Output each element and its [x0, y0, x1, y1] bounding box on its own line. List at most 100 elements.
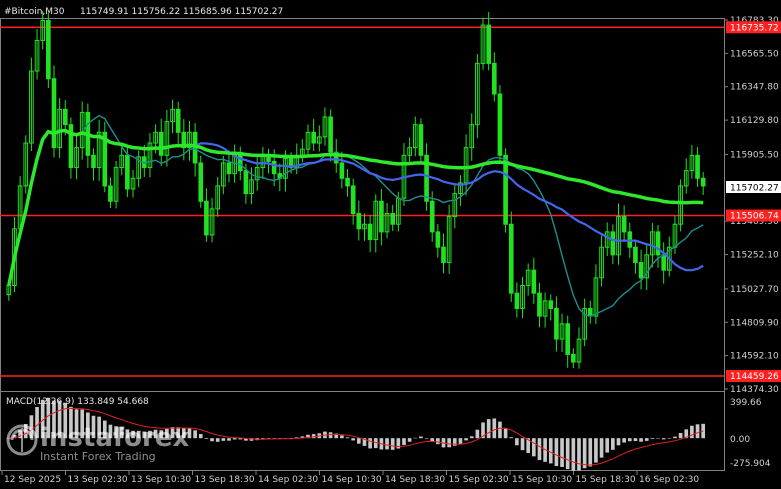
- macd-histogram-bar: [492, 418, 497, 439]
- macd-histogram-bar: [515, 438, 519, 446]
- level-tag-label: 115506.74: [730, 212, 779, 222]
- chart-header-symbol: #Bitcoin,M30: [4, 7, 65, 17]
- candle-body: [435, 231, 441, 248]
- candle-body: [661, 254, 666, 271]
- macd-histogram-bar: [577, 438, 581, 471]
- macd-histogram-bar: [486, 419, 491, 439]
- candle-body: [655, 231, 661, 256]
- time-tick-label: 13 Sep 10:30: [131, 475, 191, 485]
- macd-histogram-bar: [611, 438, 615, 450]
- macd-histogram-bar: [661, 438, 666, 440]
- macd-histogram-bar: [221, 438, 226, 441]
- candle-body: [554, 307, 559, 340]
- time-tick-label: 15 Sep 02:30: [449, 475, 509, 485]
- current-price-label: 115702.27: [730, 184, 779, 194]
- macd-histogram-bar: [560, 438, 564, 467]
- chart-header-ohlc: 115749.91 115756.22 115685.96 115702.27: [80, 7, 283, 17]
- macd-histogram-bar: [345, 437, 350, 439]
- candle-body: [497, 93, 503, 156]
- price-tick-label: 114592.10: [730, 352, 779, 362]
- candle-body: [243, 170, 249, 195]
- candle-body: [350, 185, 356, 215]
- macd-histogram-bar: [673, 436, 677, 439]
- candle-body: [508, 223, 514, 294]
- price-tick-label: 115905.50: [730, 150, 779, 160]
- time-tick-label: 12 Sep 2025: [4, 475, 61, 485]
- macd-label: MACD(12,26,9) 133.849 54.668: [6, 397, 149, 407]
- chart[interactable]: #Bitcoin,M30 115749.91 115756.22 115685.…: [0, 0, 781, 489]
- candle-body: [198, 162, 204, 202]
- macd-histogram-bar: [520, 438, 525, 451]
- candle-body: [429, 200, 435, 233]
- macd-histogram-bar: [633, 438, 638, 442]
- watermark-brand: instaforex: [40, 423, 190, 453]
- macd-histogram-bar: [368, 438, 372, 449]
- candle-body: [621, 216, 627, 233]
- macd-histogram-bar: [424, 438, 429, 439]
- macd-histogram-bar: [204, 438, 209, 439]
- macd-histogram-bar: [340, 435, 344, 439]
- macd-histogram-bar: [351, 438, 355, 441]
- macd-histogram-bar: [227, 438, 231, 441]
- time-tick-label: 14 Sep 18:30: [385, 475, 445, 485]
- macd-tick-zero: 0.00: [730, 435, 750, 445]
- candle-body: [226, 162, 232, 175]
- macd-histogram-bar: [407, 438, 412, 442]
- macd-histogram-bar: [430, 438, 435, 442]
- macd-histogram-bar: [554, 438, 559, 467]
- macd-histogram-bar: [532, 438, 536, 457]
- price-tick-label: 114809.90: [730, 318, 779, 328]
- candle-body: [441, 246, 446, 264]
- macd-histogram-bar: [537, 438, 542, 461]
- time-tick-label: 15 Sep 18:30: [576, 475, 636, 485]
- time-axis: 12 Sep 2025 13 Sep 02:30 13 Sep 10:30 13 Se…: [1, 471, 699, 485]
- macd-tick-bottom: -275.904: [730, 459, 771, 469]
- macd-histogram-bar: [667, 438, 672, 439]
- macd-histogram-bar: [232, 438, 237, 440]
- macd-histogram-bar: [622, 438, 626, 443]
- candle-body: [610, 231, 616, 256]
- candle-body: [638, 262, 644, 279]
- macd-histogram-bar: [599, 438, 604, 458]
- macd-tick-top: 399.66: [730, 398, 762, 408]
- time-tick-label: 15 Sep 10:30: [512, 475, 572, 485]
- candle-body: [125, 154, 130, 190]
- macd-histogram-bar: [458, 438, 463, 444]
- candle-body: [356, 213, 362, 230]
- candle-body: [158, 131, 164, 156]
- instaforex-logo: [6, 424, 38, 456]
- macd-histogram-bar: [215, 438, 220, 442]
- macd-histogram-bar: [594, 438, 598, 463]
- macd-histogram-bar: [582, 438, 587, 469]
- price-tick-label: 116347.80: [730, 83, 779, 93]
- macd-histogram-bar: [475, 429, 480, 439]
- candle-body: [271, 160, 277, 175]
- macd-histogram-bar: [639, 438, 643, 442]
- candle-body: [379, 200, 384, 233]
- price-tick-label: 116129.80: [730, 116, 779, 126]
- candle-body: [503, 154, 508, 225]
- time-tick-label: 13 Sep 02:30: [68, 475, 128, 485]
- macd-histogram-bar: [690, 425, 694, 439]
- ma-slow-line: [7, 128, 704, 286]
- level-tag-label: 116735.72: [730, 23, 779, 33]
- candle-body: [311, 131, 316, 144]
- macd-histogram-bar: [193, 430, 197, 439]
- candle-body: [175, 108, 181, 133]
- candle-body: [345, 177, 350, 187]
- candle-body: [514, 292, 520, 309]
- macd-histogram-bar: [385, 438, 389, 450]
- time-tick-label: 13 Sep 18:30: [195, 475, 255, 485]
- macd-histogram-bar: [565, 438, 570, 470]
- time-tick-label: 14 Sep 02:30: [258, 475, 318, 485]
- level-tag-label: 114459.26: [730, 372, 779, 382]
- main-pane-frame: [0, 18, 725, 392]
- candle-body: [418, 124, 424, 156]
- watermark-tagline: Instant Forex Trading: [40, 450, 156, 463]
- macd-histogram-bar: [503, 428, 508, 439]
- macd-histogram-bar: [644, 438, 649, 441]
- candle-body: [565, 323, 571, 355]
- macd-histogram-bar: [588, 438, 593, 467]
- macd-histogram-bar: [469, 436, 474, 439]
- macd-histogram-bar: [357, 438, 361, 444]
